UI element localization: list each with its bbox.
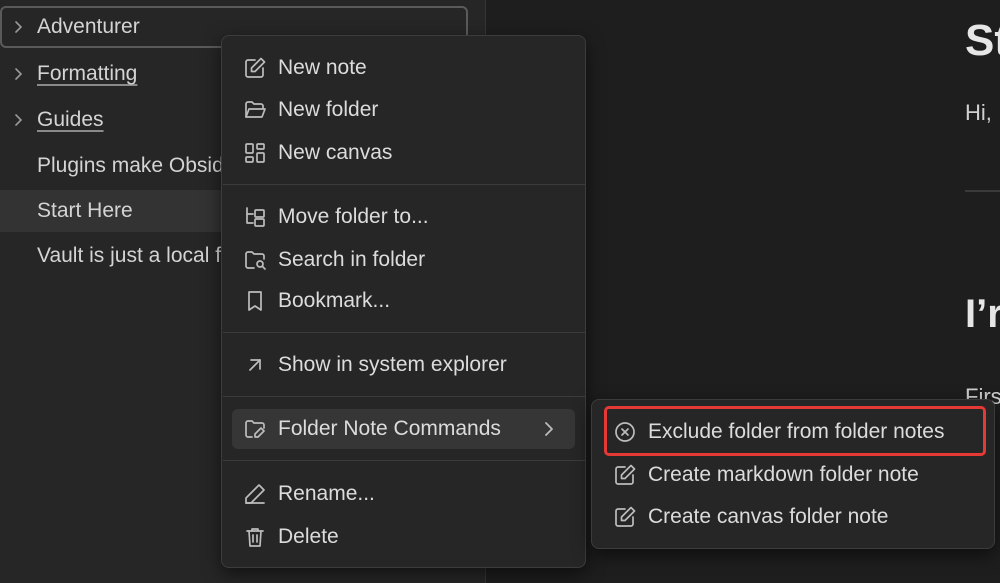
tree-item-label: Formatting [37,62,138,85]
menu-item-search-in-folder[interactable]: Search in folder [232,240,575,280]
tree-item-label: Start Here [37,199,133,222]
menu-item-move-folder[interactable]: Move folder to... [232,197,575,237]
tree-item-label: Adventurer [37,15,140,38]
menu-item-label: New folder [278,98,379,121]
folder-note-submenu: Exclude folder from folder notes Create … [591,399,995,549]
menu-item-label: Create markdown folder note [648,463,919,486]
menu-item-rename[interactable]: Rename... [232,474,575,514]
chevron-right-icon[interactable] [0,67,37,81]
menu-item-new-note[interactable]: New note [232,48,575,88]
submenu-item-exclude-folder[interactable]: Exclude folder from folder notes [602,412,986,452]
note-heading-1: St [965,16,1000,65]
submenu-item-create-markdown[interactable]: Create markdown folder note [602,455,986,495]
note-heading-2: I’r [965,292,1000,336]
menu-item-label: Folder Note Commands [278,417,501,440]
menu-separator [223,460,586,461]
menu-item-label: Search in folder [278,248,426,271]
horizontal-rule [965,190,1000,192]
chevron-right-icon[interactable] [0,113,37,127]
menu-item-delete[interactable]: Delete [232,517,575,557]
folder-edit-icon [232,417,278,441]
menu-item-label: Show in system explorer [278,353,507,376]
menu-item-label: New note [278,56,367,79]
menu-item-bookmark[interactable]: Bookmark... [232,281,575,321]
edit-icon [602,505,648,529]
folder-context-menu: New note New folder New canvas Move fold… [221,35,586,568]
folder-search-icon [232,248,278,272]
pencil-icon [232,482,278,506]
chevron-right-icon [541,419,557,439]
menu-item-label: Exclude folder from folder notes [648,420,945,443]
menu-item-label: Create canvas folder note [648,505,889,528]
menu-item-label: Move folder to... [278,205,429,228]
menu-separator [223,332,586,333]
chevron-right-icon[interactable] [0,20,37,34]
menu-separator [223,396,586,397]
trash-icon [232,525,278,549]
arrow-up-right-icon [232,353,278,377]
tree-item-label: Guides [37,108,104,131]
layout-grid-icon [232,141,278,165]
x-circle-icon [602,420,648,444]
menu-item-new-folder[interactable]: New folder [232,90,575,130]
folder-open-icon [232,98,278,122]
menu-item-label: Bookmark... [278,289,391,312]
edit-icon [232,56,278,80]
menu-item-show-in-explorer[interactable]: Show in system explorer [232,345,575,385]
menu-item-label: Delete [278,525,339,548]
menu-item-label: Rename... [278,482,375,505]
edit-icon [602,463,648,487]
tree-item-label: Plugins make Obsidian [37,154,252,177]
bookmark-icon [232,289,278,313]
submenu-item-create-canvas[interactable]: Create canvas folder note [602,497,986,537]
menu-item-folder-note-commands[interactable]: Folder Note Commands [232,409,575,449]
folder-tree-icon [232,205,278,229]
menu-separator [223,184,586,185]
menu-item-label: New canvas [278,141,393,164]
note-paragraph-1: Hi, [965,100,992,125]
menu-item-new-canvas[interactable]: New canvas [232,133,575,173]
